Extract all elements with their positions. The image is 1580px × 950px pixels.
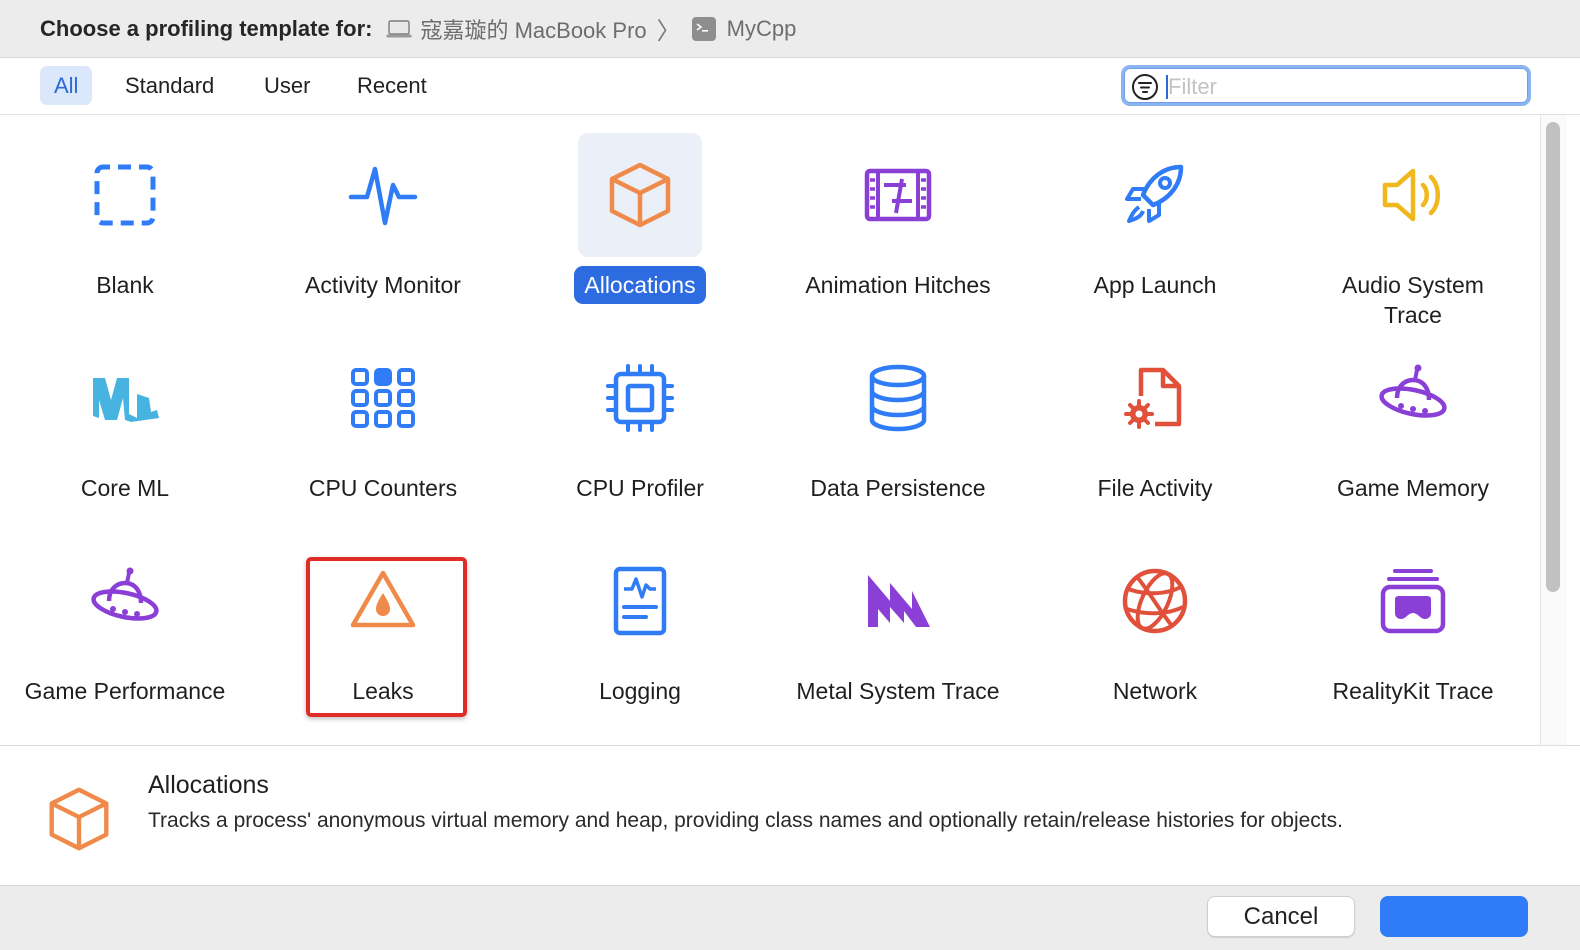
tab-user[interactable]: User — [250, 66, 324, 105]
template-label-selected: Allocations — [574, 266, 706, 304]
category-tab-bar: All Standard User Recent — [0, 58, 1580, 115]
template-label: Audio System Trace — [1342, 272, 1484, 328]
filter-input[interactable] — [1168, 72, 1518, 102]
template-label: Game Memory — [1336, 475, 1490, 501]
tab-standard[interactable]: Standard — [111, 66, 228, 105]
template-label: Blank — [96, 272, 154, 298]
scrollbar-thumb[interactable] — [1546, 122, 1560, 592]
selection-background — [578, 133, 702, 257]
vision-stack-icon — [1380, 569, 1446, 634]
tab-recent[interactable]: Recent — [343, 66, 441, 105]
chevron-right-icon: 〉 — [656, 18, 681, 45]
template-label: Metal System Trace — [796, 678, 1000, 704]
dashed-square-icon — [94, 164, 156, 226]
template-label: File Activity — [1097, 475, 1213, 501]
laptop-icon — [386, 19, 412, 37]
waveform-icon — [348, 166, 418, 226]
speaker-icon — [1382, 168, 1440, 222]
choose-button[interactable] — [1380, 896, 1528, 937]
grid-squares-icon — [351, 368, 415, 428]
ml-icon — [93, 378, 159, 422]
target-name: MyCpp — [726, 15, 797, 41]
cube-icon — [49, 787, 109, 851]
template-label: CPU Counters — [308, 475, 458, 501]
template-label: Network — [1112, 678, 1198, 704]
filter-icon — [1132, 74, 1158, 100]
log-document-icon — [613, 566, 667, 636]
template-label: Activity Monitor — [305, 272, 461, 298]
tab-all[interactable]: All — [40, 66, 93, 105]
template-label: Data Persistence — [810, 475, 986, 501]
ufo-icon — [91, 567, 159, 621]
details-title: Allocations — [148, 771, 269, 799]
cpu-chip-icon — [606, 364, 674, 432]
template-label: Animation Hitches — [805, 272, 991, 298]
cube-icon — [609, 162, 671, 228]
template-label: RealityKit Trace — [1332, 678, 1494, 704]
film-strip-icon — [864, 168, 932, 222]
details-description: Tracks a process' anonymous virtual memo… — [148, 809, 1343, 832]
template-label: CPU Profiler — [576, 475, 704, 501]
metal-icon — [868, 575, 930, 627]
vertical-scrollbar[interactable] — [1540, 115, 1567, 745]
device-name: 寇嘉璇的 MacBook Pro — [420, 17, 647, 43]
template-grid: Blank Activity Monitor Allocations Anima… — [0, 115, 1540, 745]
template-details-panel: Allocations Tracks a process' anonymous … — [0, 745, 1580, 885]
terminal-icon — [691, 16, 716, 41]
template-label: App Launch — [1093, 272, 1217, 298]
template-label: Core ML — [80, 475, 170, 501]
device-breadcrumb[interactable]: 寇嘉璇的 MacBook Pro 〉 MyCpp — [386, 11, 796, 46]
annotation-highlight-box — [306, 557, 467, 717]
title-bar: Choose a profiling template for: 寇嘉璇的 Ma… — [0, 0, 1580, 58]
template-label: Logging — [599, 678, 681, 704]
file-gear-icon — [1124, 367, 1182, 429]
cancel-button[interactable]: Cancel — [1207, 896, 1355, 937]
filter-field[interactable] — [1121, 65, 1531, 106]
template-prompt: Choose a profiling template for: — [40, 15, 373, 41]
ufo-icon — [1379, 364, 1447, 418]
rocket-icon — [1125, 164, 1184, 223]
footer-bar: Cancel — [0, 885, 1580, 950]
globe-icon — [1122, 568, 1188, 634]
template-label: Game Performance — [24, 678, 226, 704]
database-icon — [869, 364, 927, 432]
